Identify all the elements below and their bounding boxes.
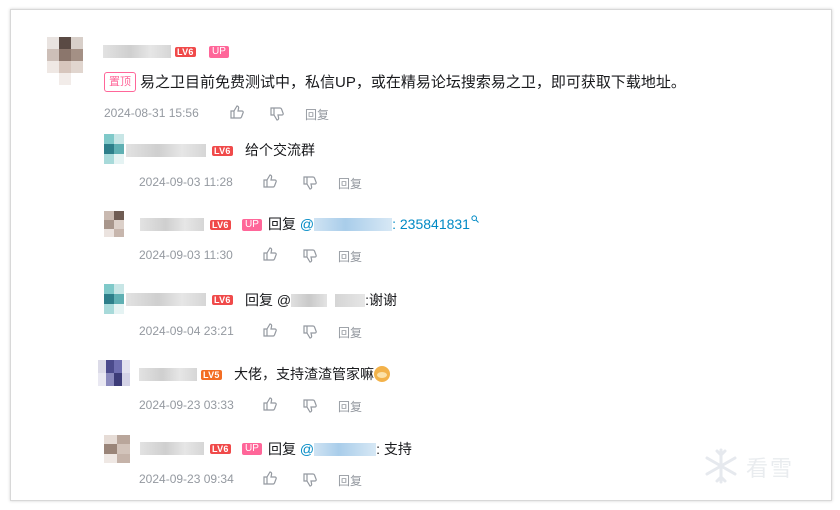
reply-prefix: 回复 @ bbox=[245, 292, 292, 308]
reply-button[interactable]: 回复 bbox=[338, 324, 362, 341]
mention-at: @ bbox=[299, 441, 315, 457]
reply-time: 2024-09-23 09:34 bbox=[139, 472, 234, 486]
level-badge: LV6 bbox=[175, 47, 196, 57]
qq-number: 235841831 bbox=[399, 216, 470, 232]
reply-content: 大佬，支持渣渣管家嘛 bbox=[234, 366, 374, 382]
username[interactable] bbox=[126, 144, 206, 157]
reply-button[interactable]: 回复 bbox=[338, 398, 362, 415]
like-icon[interactable] bbox=[263, 247, 277, 261]
level-badge: LV5 bbox=[201, 370, 222, 380]
reply-text: 回复 @ : 支持 bbox=[268, 440, 412, 458]
mention-name bbox=[291, 294, 328, 307]
comment-time: 2024-08-31 15:56 bbox=[104, 106, 199, 120]
mention-link[interactable]: @ bbox=[299, 441, 377, 457]
dislike-icon[interactable] bbox=[303, 176, 317, 190]
dislike-icon[interactable] bbox=[303, 473, 317, 487]
avatar[interactable] bbox=[47, 37, 83, 85]
mention-colon: : bbox=[392, 216, 400, 232]
avatar[interactable] bbox=[104, 435, 130, 463]
username[interactable] bbox=[140, 442, 204, 455]
doge-emoji-icon bbox=[374, 366, 390, 382]
dislike-icon[interactable] bbox=[303, 325, 317, 339]
reply-time: 2024-09-03 11:30 bbox=[139, 248, 233, 262]
level-badge: LV6 bbox=[210, 220, 231, 230]
pinned-badge: 置顶 bbox=[104, 72, 136, 92]
reply-button[interactable]: 回复 bbox=[338, 472, 362, 489]
snowflake-icon bbox=[705, 448, 737, 484]
up-badge: UP bbox=[242, 219, 262, 231]
avatar[interactable] bbox=[98, 360, 130, 386]
reply-text: 给个交流群 bbox=[245, 142, 315, 158]
reply-button[interactable]: 回复 bbox=[338, 175, 362, 192]
reply-tail: :谢谢 bbox=[365, 292, 397, 308]
mention-at: @ bbox=[299, 216, 315, 232]
username[interactable] bbox=[140, 218, 204, 231]
dislike-icon[interactable] bbox=[303, 249, 317, 263]
reply-time: 2024-09-04 23:21 bbox=[139, 324, 234, 338]
dislike-icon[interactable] bbox=[270, 107, 284, 121]
reply-time: 2024-09-03 11:28 bbox=[139, 175, 233, 189]
reply-text: 大佬，支持渣渣管家嘛 bbox=[234, 365, 390, 383]
mention-name bbox=[314, 218, 393, 231]
dislike-icon[interactable] bbox=[303, 399, 317, 413]
username[interactable] bbox=[103, 45, 171, 58]
avatar[interactable] bbox=[104, 134, 124, 164]
username[interactable] bbox=[126, 293, 206, 306]
avatar[interactable] bbox=[104, 284, 124, 314]
like-icon[interactable] bbox=[263, 397, 277, 411]
reply-button[interactable]: 回复 bbox=[338, 248, 362, 265]
username[interactable] bbox=[139, 368, 197, 381]
avatar[interactable] bbox=[104, 211, 124, 237]
like-icon[interactable] bbox=[263, 174, 277, 188]
up-badge: UP bbox=[209, 46, 229, 58]
reply-text: 回复 @ :谢谢 bbox=[245, 291, 397, 309]
like-icon[interactable] bbox=[263, 471, 277, 485]
comment-text: 易之卫目前免费测试中，私信UP，或在精易论坛搜索易之卫，即可获取下载地址。 bbox=[140, 74, 686, 91]
reply-button[interactable]: 回复 bbox=[305, 106, 329, 123]
search-icon[interactable] bbox=[471, 215, 479, 223]
mention-gap bbox=[327, 294, 336, 307]
reply-tail: : 支持 bbox=[376, 441, 412, 457]
reply-prefix: 回复 bbox=[268, 216, 300, 232]
up-badge: UP bbox=[242, 443, 262, 455]
reply-prefix: 回复 bbox=[268, 441, 300, 457]
mention-name bbox=[335, 294, 366, 307]
level-badge: LV6 bbox=[210, 444, 231, 454]
mention-name bbox=[314, 443, 377, 456]
like-icon[interactable] bbox=[230, 105, 244, 119]
like-icon[interactable] bbox=[263, 323, 277, 337]
level-badge: LV6 bbox=[212, 146, 233, 156]
level-badge: LV6 bbox=[212, 295, 233, 305]
reply-text: 回复 @: 235841831 bbox=[268, 215, 479, 233]
watermark: 看雪 bbox=[746, 456, 795, 481]
mention-link[interactable]: @: 235841831 bbox=[300, 216, 470, 232]
reply-time: 2024-09-23 03:33 bbox=[139, 398, 234, 412]
